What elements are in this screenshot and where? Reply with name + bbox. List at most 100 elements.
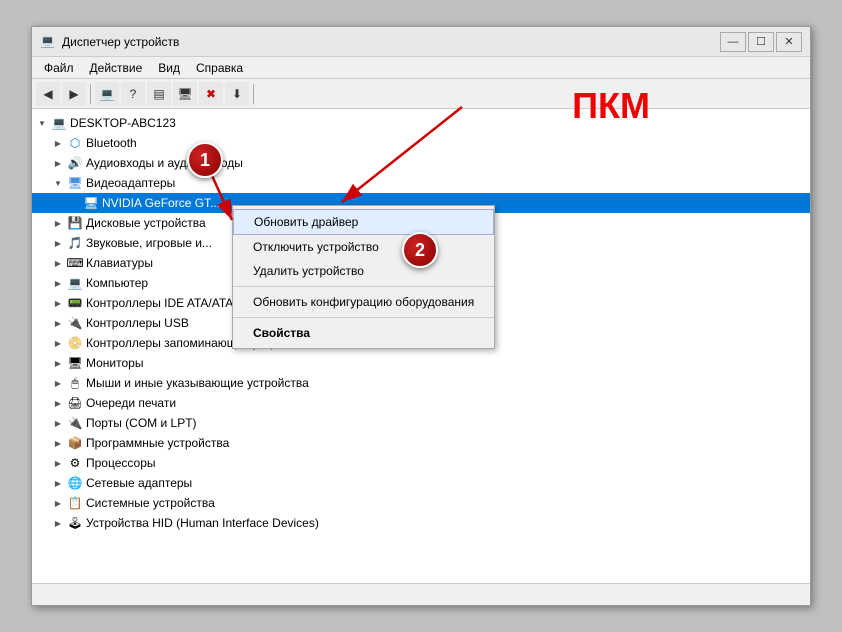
minimize-button[interactable]: —: [720, 32, 746, 52]
keyboard-icon: ⌨: [67, 255, 83, 271]
cpu-icon: ⚙: [67, 455, 83, 471]
toolbar-help[interactable]: ?: [121, 82, 145, 106]
toolbar-computer[interactable]: 💻: [95, 82, 119, 106]
toolbar-delete[interactable]: ✖: [199, 82, 223, 106]
expand-bluetooth: ▶: [52, 137, 64, 149]
mouse-icon: 🖱: [67, 375, 83, 391]
ide-icon: 📟: [67, 295, 83, 311]
pkm-annotation-label: ПКМ: [572, 85, 650, 127]
expand-keyboard: ▶: [52, 257, 64, 269]
disk-icon: 💾: [67, 215, 83, 231]
audio-icon: 🔊: [67, 155, 83, 171]
toolbar-sep-2: [253, 84, 254, 104]
expand-computer: ▶: [52, 277, 64, 289]
title-bar-left: 💻 Диспетчер устройств: [40, 34, 179, 50]
ports-icon: 🔌: [67, 415, 83, 431]
expand-ide: ▶: [52, 297, 64, 309]
computer-label: Компьютер: [86, 276, 148, 290]
tree-mouse[interactable]: ▶ 🖱 Мыши и иные указывающие устройства: [32, 373, 810, 393]
annotation-circle-1: 1: [187, 142, 223, 178]
tree-bluetooth[interactable]: ▶ ⬡ Bluetooth: [32, 133, 810, 153]
tree-ports[interactable]: ▶ 🔌 Порты (COM и LPT): [32, 413, 810, 433]
expand-storage: ▶: [52, 337, 64, 349]
menu-file[interactable]: Файл: [36, 59, 82, 77]
keyboard-label: Клавиатуры: [86, 256, 153, 270]
tree-root[interactable]: ▼ 💻 DESKTOP-ABC123: [32, 113, 810, 133]
network-label: Сетевые адаптеры: [86, 476, 192, 490]
bluetooth-label: Bluetooth: [86, 136, 137, 150]
print-label: Очереди печати: [86, 396, 176, 410]
expand-video: ▼: [52, 177, 64, 189]
monitors-label: Мониторы: [86, 356, 143, 370]
toolbar: ◀ ▶ 💻 ? ▤ 🖥 ✖ ⬇ ПКМ: [32, 79, 810, 109]
toolbar-list[interactable]: ▤: [147, 82, 171, 106]
expand-usb: ▶: [52, 317, 64, 329]
tree-monitors[interactable]: ▶ 🖥 Мониторы: [32, 353, 810, 373]
close-button[interactable]: ✕: [776, 32, 802, 52]
mouse-label: Мыши и иные указывающие устройства: [86, 376, 309, 390]
status-bar: [32, 583, 810, 605]
software-devices-label: Программные устройства: [86, 436, 229, 450]
ctx-remove-device[interactable]: Удалить устройство: [233, 259, 494, 283]
maximize-button[interactable]: ☐: [748, 32, 774, 52]
menu-view[interactable]: Вид: [150, 59, 188, 77]
system-label: Системные устройства: [86, 496, 215, 510]
sound-label: Звуковые, игровые и...: [86, 236, 212, 250]
toolbar-monitor[interactable]: 🖥: [173, 82, 197, 106]
toolbar-sep-1: [90, 84, 91, 104]
ctx-disable-device[interactable]: Отключить устройство: [233, 235, 494, 259]
annotation-circle-2: 2: [402, 232, 438, 268]
tree-network[interactable]: ▶ 🌐 Сетевые адаптеры: [32, 473, 810, 493]
expand-monitors: ▶: [52, 357, 64, 369]
expand-nvidia: [68, 197, 80, 209]
expand-hid: ▶: [52, 517, 64, 529]
hid-label: Устройства HID (Human Interface Devices): [86, 516, 319, 530]
expand-software-devices: ▶: [52, 437, 64, 449]
disk-label: Дисковые устройства: [86, 216, 206, 230]
tree-hid[interactable]: ▶ 🕹 Устройства HID (Human Interface Devi…: [32, 513, 810, 533]
tree-print[interactable]: ▶ 🖨 Очереди печати: [32, 393, 810, 413]
toolbar-forward[interactable]: ▶: [62, 82, 86, 106]
menu-bar: Файл Действие Вид Справка: [32, 57, 810, 79]
window-title: Диспетчер устройств: [62, 35, 179, 49]
expand-cpu: ▶: [52, 457, 64, 469]
computer-icon: 💻: [51, 115, 67, 131]
circle-1-label: 1: [200, 150, 210, 171]
menu-help[interactable]: Справка: [188, 59, 251, 77]
monitor-icon: 🖥: [67, 355, 83, 371]
expand-audio: ▶: [52, 157, 64, 169]
title-bar: 💻 Диспетчер устройств — ☐ ✕: [32, 27, 810, 57]
expand-print: ▶: [52, 397, 64, 409]
ctx-update-driver[interactable]: Обновить драйвер: [233, 209, 494, 235]
storage-icon: 📀: [67, 335, 83, 351]
toolbar-update[interactable]: ⬇: [225, 82, 249, 106]
ctx-refresh-hardware[interactable]: Обновить конфигурацию оборудования: [233, 290, 494, 314]
expand-ports: ▶: [52, 417, 64, 429]
expand-network: ▶: [52, 477, 64, 489]
menu-action[interactable]: Действие: [82, 59, 151, 77]
tree-cpu[interactable]: ▶ ⚙ Процессоры: [32, 453, 810, 473]
nvidia-icon: 🖥: [83, 195, 99, 211]
expand-root: ▼: [36, 117, 48, 129]
toolbar-back[interactable]: ◀: [36, 82, 60, 106]
usb-label: Контроллеры USB: [86, 316, 189, 330]
sound-icon: 🎵: [67, 235, 83, 251]
circle-2-label: 2: [415, 240, 425, 261]
ctx-properties[interactable]: Свойства: [233, 321, 494, 345]
device-manager-window: 💻 Диспетчер устройств — ☐ ✕ Файл Действи…: [31, 26, 811, 606]
print-icon: 🖨: [67, 395, 83, 411]
ports-label: Порты (COM и LPT): [86, 416, 197, 430]
window-controls: — ☐ ✕: [720, 32, 802, 52]
tree-audio[interactable]: ▶ 🔊 Аудиовходы и аудиовыходы: [32, 153, 810, 173]
expand-sound: ▶: [52, 237, 64, 249]
tree-software-devices[interactable]: ▶ 📦 Программные устройства: [32, 433, 810, 453]
ide-label: Контроллеры IDE ATA/ATAPI: [86, 296, 245, 310]
expand-mouse: ▶: [52, 377, 64, 389]
software-devices-icon: 📦: [67, 435, 83, 451]
ctx-sep-2: [233, 317, 494, 318]
usb-icon: 🔌: [67, 315, 83, 331]
video-label: Видеоадаптеры: [86, 176, 175, 190]
nvidia-label: NVIDIA GeForce GT...: [102, 196, 220, 210]
tree-video[interactable]: ▼ 🖥 Видеоадаптеры: [32, 173, 810, 193]
tree-system[interactable]: ▶ 📋 Системные устройства: [32, 493, 810, 513]
